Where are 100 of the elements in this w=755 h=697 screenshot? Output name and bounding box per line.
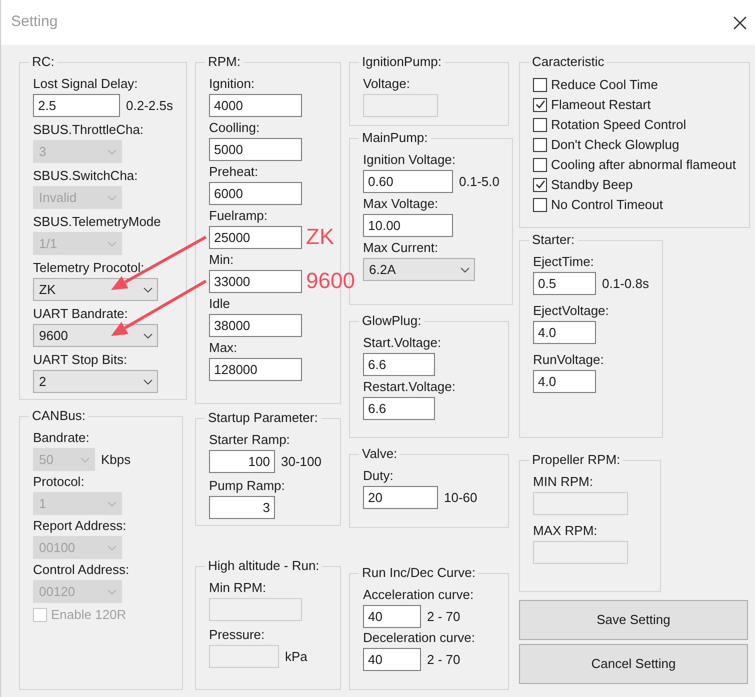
field-label: Idle [209,296,231,312]
field-label: RunVoltage: [533,352,605,368]
text-field[interactable]: 40 [363,605,421,628]
group-title: RPM: [207,54,242,70]
text-field[interactable]: 2.5 [33,94,120,117]
chevron-icon [107,194,117,200]
field-label: EjectTime: [533,254,595,270]
checkbox[interactable] [533,98,547,112]
checkbox-label: Reduce Cool Time [551,76,658,92]
field-label: Starter Ramp: [209,432,291,448]
field-label: MAX RPM: [533,523,598,539]
group-title: High altitude - Run: [207,558,320,574]
group-title: Run Inc/Dec Curve: [361,565,476,581]
checkbox-label: Standby Beep [551,176,633,192]
field-label: Control Address: [33,562,130,578]
field-label: Max: [209,340,238,356]
text-field[interactable]: 25000 [209,226,302,249]
dropdown[interactable]: 6.2A [363,258,475,281]
text-field[interactable]: 10.00 [363,214,453,237]
text-field[interactable]: 38000 [209,314,302,337]
checkbox-label: Cooling after abnormal flameout [551,156,736,172]
annotation-text: 9600 [306,270,355,292]
text-field[interactable]: 128000 [209,358,302,381]
unit-label: 2 - 70 [427,608,460,626]
checkbox[interactable] [533,118,547,132]
field-label: Acceleration curve: [363,587,475,603]
unit-label: 30-100 [281,452,322,471]
field-label: Duty: [363,468,394,484]
group-title: Propeller RPM: [531,452,622,468]
dropdown[interactable]: ZK [33,278,158,301]
chevron-icon [107,240,117,246]
field-label: Bandrate: [33,430,90,446]
setting-button[interactable]: Save Setting [519,600,748,640]
unit-label: 2 - 70 [427,650,460,669]
field-label: Ignition Voltage: [363,152,457,168]
field-label: UART Stop Bits: [33,352,128,368]
chevron-icon [80,456,90,462]
unit-label: Kbps [101,450,131,469]
text-field[interactable]: 33000 [209,270,302,293]
text-field[interactable]: 6.6 [363,353,435,376]
field-label: Start.Voltage: [363,335,442,351]
field-label: Telemetry Procotol: [33,260,146,276]
group-title: IgnitionPump: [361,54,442,70]
unit-label: 10-60 [444,488,478,507]
chevron-icon [107,588,117,594]
text-field[interactable]: 4.0 [533,321,596,344]
text-field[interactable]: 6.6 [363,397,435,420]
text-field[interactable]: 0.5 [533,272,596,295]
text-field[interactable]: 4.0 [533,370,596,393]
setting-button[interactable]: Cancel Setting [519,644,748,684]
checkbox[interactable] [533,78,547,92]
field-label: Preheat: [209,164,260,180]
text-field[interactable]: 3 [209,496,275,519]
text-field[interactable]: 40 [363,648,421,671]
field-label: Max Current: [363,240,440,256]
group-title: Caracteristic [531,54,606,70]
field-label: EjectVoltage: [533,303,610,319]
field-label: SBUS.SwitchCha: [33,168,139,184]
field-label: Coolling: [209,120,261,136]
checkbox[interactable] [533,198,547,212]
chevron-icon [107,544,117,550]
close-icon[interactable] [733,16,747,30]
field-label: Report Address: [33,518,128,534]
field-label: Voltage: [363,76,411,92]
group-title: Valve: [361,446,398,462]
text-field[interactable]: 20 [363,486,438,509]
field-label: Max Voltage: [363,196,440,212]
field-label: SBUS.ThrottleCha: [33,122,145,138]
chevron-icon [143,378,153,384]
checkbox[interactable] [533,158,547,172]
chevron-icon [143,332,153,338]
field-label: Pump Ramp: [209,478,286,494]
checkbox-label: Rotation Speed Control [551,116,686,132]
text-field[interactable]: 5000 [209,138,302,161]
text-field[interactable]: 6000 [209,182,302,205]
dropdown[interactable]: 2 [33,370,158,393]
dropdown[interactable]: 9600 [33,324,158,347]
field-label: Ignition: [209,76,256,92]
chevron-icon [107,148,117,154]
field-label: UART Bandrate: [33,306,129,322]
group-title: MainPump: [361,130,429,146]
text-field[interactable]: 100 [209,450,275,473]
group-title: RC: [31,54,56,70]
checkbox-label: Flameout Restart [551,96,651,112]
unit-label: 0.1-5.0 [459,172,500,191]
annotation-text: ZK [306,226,334,248]
field-label: MIN RPM: [533,474,594,490]
chevron-icon [143,286,153,292]
unit-label: 0.1-0.8s [602,274,649,293]
text-field[interactable]: 4000 [209,94,302,117]
field-label: Min: [209,252,235,268]
field-label: Pressure: [209,627,266,643]
field-label: Min RPM: [209,580,268,596]
field-label: Deceleration curve: [363,630,476,646]
checkbox[interactable] [533,138,547,152]
text-field[interactable]: 0.60 [363,170,453,193]
checkbox[interactable] [533,178,547,192]
field-label: Lost Signal Delay: [33,76,139,92]
group-title: Starter: [531,232,576,248]
field-label: Protocol: [33,474,86,490]
